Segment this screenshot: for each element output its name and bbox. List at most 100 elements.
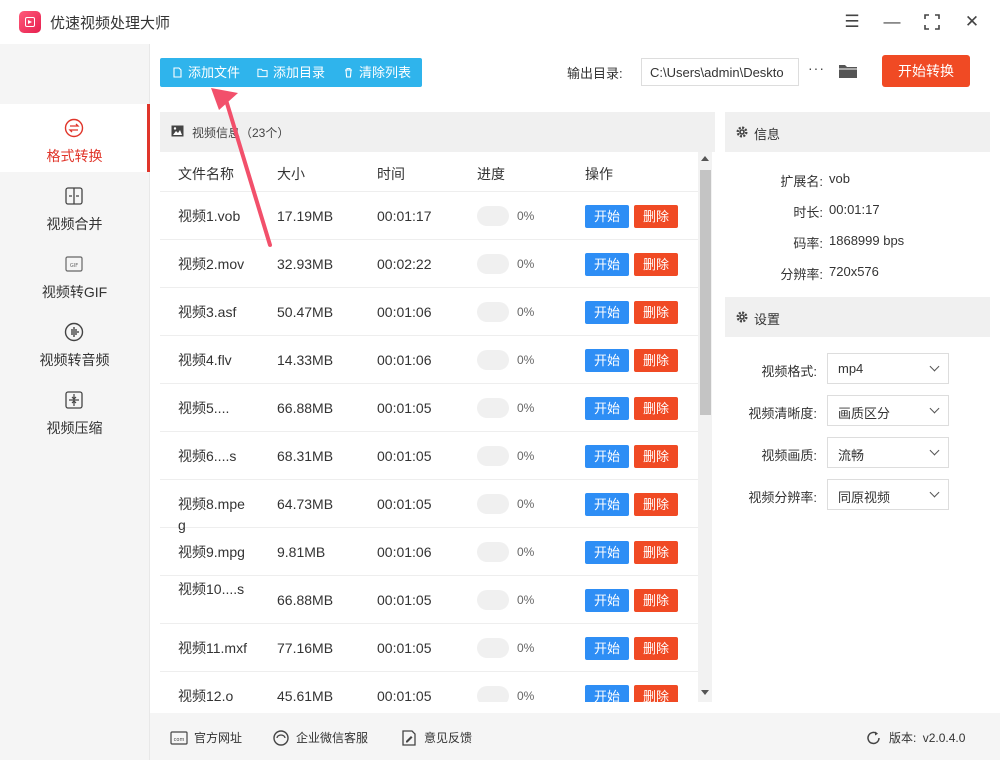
progress-value: 0%: [517, 257, 535, 271]
sidebar-item-video-compress[interactable]: 视频压缩: [0, 376, 149, 444]
table-row[interactable]: 视频2.mov 32.93MB 00:02:22 0% 开始 删除: [160, 240, 698, 288]
delete-button[interactable]: 删除: [634, 301, 678, 324]
setting-quality-select[interactable]: 流畅: [827, 437, 949, 468]
progress-value: 0%: [517, 497, 535, 511]
file-size: 32.93MB: [277, 256, 334, 272]
table-row[interactable]: 视频10....s 66.88MB 00:01:05 0% 开始 删除: [160, 576, 698, 624]
gif-icon: GIF: [65, 256, 83, 272]
delete-button[interactable]: 删除: [634, 589, 678, 612]
delete-button[interactable]: 删除: [634, 493, 678, 516]
info-title: 信息: [754, 127, 781, 142]
sidebar-item-label: 视频转GIF: [41, 284, 108, 300]
progress-value: 0%: [517, 545, 535, 559]
start-button[interactable]: 开始: [585, 493, 629, 516]
table-row[interactable]: 视频1.vob 17.19MB 00:01:17 0% 开始 删除: [160, 192, 698, 240]
minimize-icon[interactable]: —: [880, 10, 904, 34]
setting-resolution-select[interactable]: 同原视频: [827, 479, 949, 510]
info-header: 信息: [725, 112, 990, 152]
table-row[interactable]: 视频8.mpeg 64.73MB 00:01:05 0% 开始 删除: [160, 480, 698, 533]
start-button[interactable]: 开始: [585, 589, 629, 612]
clear-list-label: 清除列表: [359, 65, 412, 80]
delete-button[interactable]: 删除: [634, 205, 678, 228]
start-button[interactable]: 开始: [585, 397, 629, 420]
progress-track: [477, 494, 509, 514]
more-options-button[interactable]: ···: [808, 60, 825, 76]
progress-value: 0%: [517, 593, 535, 607]
clear-list-button[interactable]: 清除列表: [343, 58, 411, 87]
menu-icon[interactable]: ☰: [840, 10, 864, 34]
compress-icon: [65, 391, 83, 409]
setting-quality-value: 流畅: [838, 448, 865, 463]
setting-resolution-value: 同原视频: [838, 490, 891, 505]
sidebar-item-video-to-gif[interactable]: GIF 视频转GIF: [0, 240, 149, 308]
feedback-label: 意见反馈: [424, 731, 473, 745]
table-row[interactable]: 视频5.... 66.88MB 00:01:05 0% 开始 删除: [160, 384, 698, 432]
file-list-title: 视频信息（23个）: [192, 126, 290, 140]
progress-value: 0%: [517, 689, 535, 702]
scroll-up-icon[interactable]: [701, 156, 709, 161]
maximize-icon[interactable]: [920, 10, 944, 34]
setting-clarity-select[interactable]: 画质区分: [827, 395, 949, 426]
sidebar-item-video-to-audio[interactable]: 视频转音频: [0, 308, 149, 376]
start-button[interactable]: 开始: [585, 637, 629, 660]
info-extension-value: vob: [829, 171, 850, 186]
refresh-icon: [867, 731, 880, 745]
delete-button[interactable]: 删除: [634, 253, 678, 276]
delete-button[interactable]: 删除: [634, 349, 678, 372]
svg-text:com: com: [174, 737, 185, 743]
file-list-panel: 视频信息（23个） 文件名称 大小 时间 进度 操作 视频1.vob 17.19M…: [160, 112, 715, 712]
website-link[interactable]: com 官方网址: [170, 729, 242, 746]
trash-icon: [345, 67, 352, 78]
sidebar-item-video-merge[interactable]: 视频合并: [0, 172, 149, 240]
delete-button[interactable]: 删除: [634, 397, 678, 420]
settings-title: 设置: [754, 312, 781, 327]
progress-track: [477, 254, 509, 274]
start-button[interactable]: 开始: [585, 205, 629, 228]
file-name: 视频1.vob: [178, 208, 241, 224]
start-button[interactable]: 开始: [585, 685, 629, 702]
sidebar-item-format-convert[interactable]: 格式转换: [0, 104, 150, 172]
start-button[interactable]: 开始: [585, 541, 629, 564]
start-button[interactable]: 开始: [585, 301, 629, 324]
delete-button[interactable]: 删除: [634, 637, 678, 660]
add-file-button[interactable]: 添加文件: [172, 58, 240, 87]
progress-track: [477, 302, 509, 322]
file-list-rows: 视频1.vob 17.19MB 00:01:17 0% 开始 删除视频2.mov 32.93…: [160, 192, 698, 702]
website-icon: com: [170, 731, 188, 745]
info-duration-label: 时长:: [793, 205, 823, 220]
delete-button[interactable]: 删除: [634, 445, 678, 468]
wechat-support-label: 企业微信客服: [296, 731, 369, 745]
wechat-support-link[interactable]: 企业微信客服: [272, 729, 368, 746]
close-icon[interactable]: ✕: [960, 10, 984, 34]
table-row[interactable]: 视频3.asf 50.47MB 00:01:06 0% 开始 删除: [160, 288, 698, 336]
delete-button[interactable]: 删除: [634, 685, 678, 702]
browse-folder-icon[interactable]: [838, 62, 858, 80]
table-row[interactable]: 视频12.o 45.61MB 00:01:05 0% 开始 删除: [160, 672, 698, 702]
file-name: 视频11.mxf: [178, 640, 247, 656]
delete-button[interactable]: 删除: [634, 541, 678, 564]
add-folder-button[interactable]: 添加目录: [257, 58, 325, 87]
file-duration: 00:01:05: [377, 592, 432, 608]
column-header-time: 时间: [377, 166, 405, 182]
feedback-link[interactable]: 意见反馈: [400, 729, 472, 746]
title-bar: 优速视频处理大师 ☰ — ✕: [0, 0, 1000, 44]
file-size: 77.16MB: [277, 640, 334, 656]
output-dir-input[interactable]: C:\Users\admin\Deskto: [641, 58, 799, 86]
footer: com 官方网址 企业微信客服 意见反馈 版本: v2.0.4.0: [150, 713, 1000, 760]
start-convert-button[interactable]: 开始转换: [882, 55, 970, 87]
table-row[interactable]: 视频11.mxf 77.16MB 00:01:05 0% 开始 删除: [160, 624, 698, 672]
column-header-action: 操作: [585, 166, 613, 182]
scroll-down-icon[interactable]: [701, 690, 709, 695]
scrollbar-thumb[interactable]: [700, 170, 711, 415]
table-row[interactable]: 视频4.flv 14.33MB 00:01:06 0% 开始 删除: [160, 336, 698, 384]
start-button[interactable]: 开始: [585, 253, 629, 276]
progress-value: 0%: [517, 401, 535, 415]
sidebar-item-label: 格式转换: [46, 148, 103, 164]
file-name: 视频2.mov: [178, 256, 245, 272]
table-row[interactable]: 视频9.mpg 9.81MB 00:01:06 0% 开始 删除: [160, 528, 698, 576]
start-button[interactable]: 开始: [585, 349, 629, 372]
setting-format-select[interactable]: mp4: [827, 353, 949, 384]
table-row[interactable]: 视频6....s 68.31MB 00:01:05 0% 开始 删除: [160, 432, 698, 480]
file-name: 视频9.mpg: [178, 544, 245, 560]
start-button[interactable]: 开始: [585, 445, 629, 468]
